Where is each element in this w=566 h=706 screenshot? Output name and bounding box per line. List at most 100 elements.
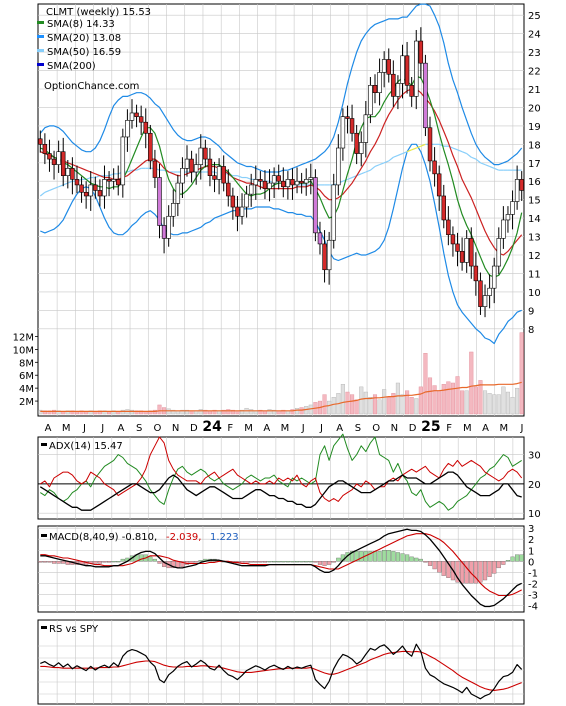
price-tick-label: 10 [528, 288, 541, 299]
x-tick-label: J [82, 423, 86, 434]
candle-body [395, 83, 401, 97]
candle-body [38, 138, 43, 145]
volume-bar [423, 353, 428, 415]
candle-body [193, 164, 199, 173]
x-tick-label: J [520, 423, 524, 434]
price-tick-label: 23 [528, 48, 541, 59]
candle-body [459, 251, 465, 263]
volume-bar [331, 397, 336, 415]
macd-histogram-bar [464, 561, 469, 584]
volume-tick-label: 12M [13, 332, 34, 343]
price-tick-label: 13 [528, 233, 541, 244]
legend-label: SMA(50) 16.59 [47, 47, 121, 58]
candle-body [455, 243, 460, 252]
price-tick-label: 21 [528, 85, 541, 96]
candle-body [400, 55, 405, 84]
candle-body [464, 238, 469, 263]
volume-bar [340, 384, 345, 415]
volume-bar [386, 397, 391, 415]
candle-body [441, 195, 446, 221]
candle-body [184, 158, 190, 169]
adx-y-axis: 10 20 30 [528, 451, 541, 521]
candle-body [473, 265, 479, 282]
volume-bar [496, 394, 501, 415]
rs-panel-frame [37, 619, 525, 705]
x-tick-label: O [372, 423, 380, 434]
volume-bar [350, 394, 355, 415]
candle-body [423, 62, 428, 129]
macd-histogram-bar [372, 551, 378, 562]
macd-histogram-bar [317, 561, 323, 565]
candle-body [74, 179, 80, 186]
stock-chart: 8910111213141516171819202122232425 2M4M6… [13, 3, 541, 705]
candle-body [391, 73, 396, 97]
volume-bar [515, 387, 520, 415]
candle-body [349, 118, 355, 134]
adx-panel: 10 20 30 ADX(14) 15.47 [37, 433, 541, 521]
x-tick-label: D [190, 423, 198, 434]
macd-tick-label: 1 [528, 546, 534, 557]
volume-bar [120, 409, 125, 415]
candle-body [230, 195, 236, 208]
macd-panel: -4-3-2-10123 MACD(8,40,9) -0.810, -2.039… [37, 524, 538, 613]
candle-body [143, 121, 148, 134]
macd-tick-label: -2 [528, 579, 538, 590]
candle-body [514, 179, 520, 202]
candle-body [111, 179, 116, 182]
price-tick-label: 15 [528, 196, 541, 207]
macd-histogram-bar [38, 561, 43, 563]
volume-bar [354, 399, 359, 415]
candle-body [42, 144, 48, 154]
macd-histogram-bar [267, 561, 272, 563]
candle-body [79, 184, 84, 193]
candle-body [404, 55, 410, 86]
candle-body [175, 182, 181, 204]
candle-body [70, 168, 75, 180]
macd-histogram-bar [492, 561, 497, 574]
macd-histogram-bar [395, 552, 400, 562]
x-tick-label: A [336, 423, 343, 434]
x-tick-label: F [227, 423, 233, 434]
volume-tick-label: 4M [19, 384, 34, 395]
macd-histogram-bar [290, 561, 295, 563]
price-tick-label: 14 [528, 214, 541, 225]
candle-body [207, 158, 213, 176]
macd-tick-label: 0 [528, 557, 534, 568]
price-tick-label: 25 [528, 11, 541, 22]
volume-y-axis: 2M 4M 6M 8M 10M 12M [13, 332, 38, 408]
candle-body [88, 184, 93, 197]
candle-body [501, 219, 506, 239]
candle-body [381, 59, 387, 73]
macd-histogram-bar [359, 551, 364, 562]
volume-tick-label: 8M [19, 358, 34, 369]
volume-bar [377, 399, 382, 415]
candle-body [97, 190, 103, 197]
macd-histogram-bar [111, 561, 116, 563]
x-axis-labels: A M J J A S O N D 24 F M A M J J A S O N D 25 F M A M J [45, 419, 524, 435]
candle-body [482, 295, 488, 307]
volume-bar [510, 397, 515, 415]
volume-tick-label: 2M [19, 397, 34, 408]
macd-histogram-bar [194, 561, 199, 563]
macd-histogram-bar [253, 561, 258, 563]
x-tick-label: 24 [202, 419, 222, 435]
candle-body [285, 179, 291, 188]
volume-bar [129, 409, 135, 415]
macd-histogram-bar [249, 561, 254, 563]
price-tick-label: 19 [528, 122, 541, 133]
volume-bar [437, 390, 442, 415]
macd-histogram-bar [386, 550, 391, 562]
watermark: OptionChance.com [44, 81, 139, 92]
candle-body [47, 153, 52, 160]
candle-body [345, 116, 350, 119]
candle-body [450, 234, 456, 245]
price-tick-label: 18 [528, 140, 541, 151]
candle-body [336, 147, 341, 186]
x-tick-label: A [45, 423, 52, 434]
adx-tick-label: 10 [528, 509, 541, 520]
volume-bar [455, 376, 460, 415]
volume-bar [38, 409, 43, 415]
candle-body [322, 243, 327, 271]
candle-body [478, 280, 483, 307]
legend-label: SMA(200) [47, 61, 96, 72]
